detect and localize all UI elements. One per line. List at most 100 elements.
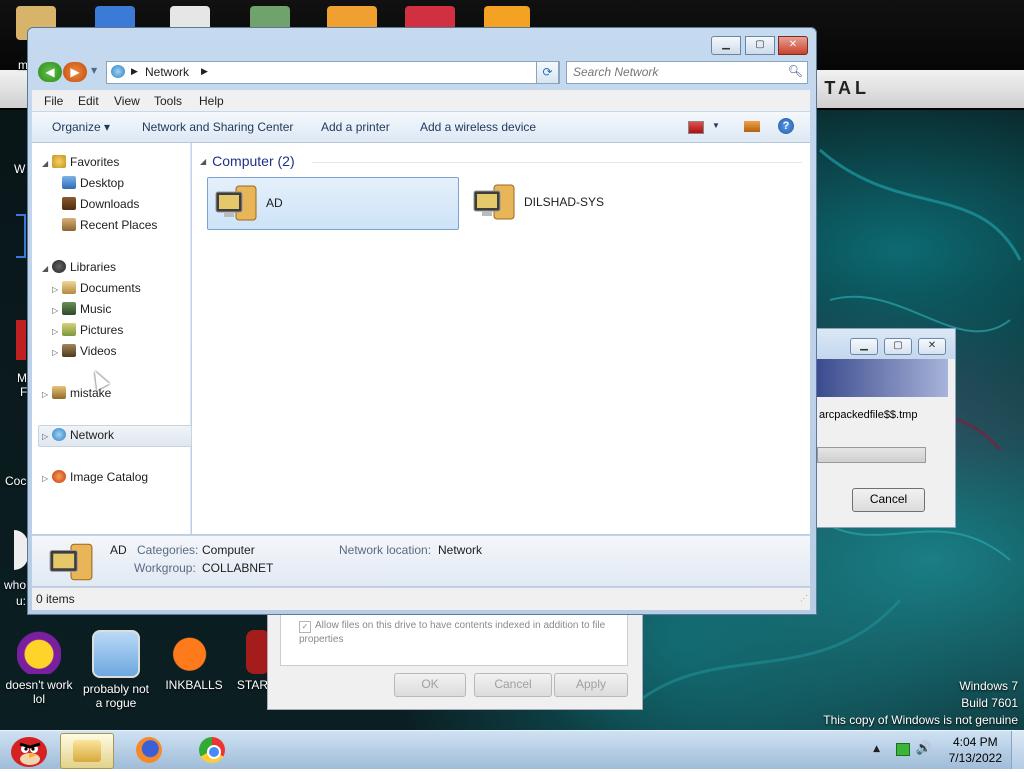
nav-desktop[interactable]: Desktop	[62, 176, 124, 190]
copy-cancel-button[interactable]: Cancel	[852, 488, 925, 512]
group-header-computer[interactable]: ◢ Computer (2)	[200, 153, 295, 169]
menu-help[interactable]: Help	[199, 94, 224, 108]
maximize-button[interactable]: ▢	[884, 338, 912, 355]
expand-arrow-icon[interactable]: ▷	[52, 327, 62, 336]
nav-recent-places[interactable]: Recent Places	[62, 218, 157, 232]
search-input[interactable]	[567, 62, 789, 81]
desktop-icon-yahoo[interactable]: doesn't work lol	[3, 630, 75, 706]
close-button[interactable]: ✕	[918, 338, 946, 355]
preview-pane-icon[interactable]	[744, 121, 760, 132]
recent-places-icon	[62, 218, 76, 231]
search-box[interactable]: 🔍︎	[566, 61, 808, 84]
menu-bar: File Edit View Tools Help	[32, 90, 810, 111]
expand-arrow-icon[interactable]: ▷	[42, 390, 52, 399]
left-icon-label-2[interactable]: W	[14, 162, 25, 176]
left-icon-label-3[interactable]: M	[17, 371, 27, 385]
nav-label: Desktop	[80, 176, 125, 190]
show-hidden-icons[interactable]: ▲	[873, 744, 880, 754]
nav-pictures[interactable]: ▷ Pictures	[52, 323, 123, 337]
maximize-button[interactable]: ▢	[745, 36, 775, 55]
search-icon[interactable]: 🔍︎	[788, 64, 803, 78]
left-icon-box[interactable]	[16, 214, 26, 258]
ok-button[interactable]: OK	[394, 673, 466, 697]
breadcrumb-network[interactable]: Network	[145, 65, 189, 79]
view-options-icon[interactable]	[688, 121, 704, 134]
address-bar[interactable]: ▶ Network ▶ ▼	[106, 61, 560, 84]
menu-edit[interactable]: Edit	[78, 94, 99, 108]
network-tray-icon[interactable]	[896, 743, 910, 756]
index-checkbox[interactable]: ✓	[299, 621, 311, 633]
details-workgroup-key: Workgroup:	[134, 561, 196, 575]
left-icon-red[interactable]	[16, 320, 26, 360]
taskbar-firefox-button[interactable]	[124, 733, 176, 767]
angry-bird-start-icon	[11, 737, 47, 767]
expand-arrow-icon[interactable]: ▷	[52, 285, 62, 294]
taskbar-explorer-button[interactable]	[60, 733, 114, 769]
nav-network[interactable]: ▷ Network	[42, 428, 114, 442]
minimize-button[interactable]: ▁	[711, 36, 741, 55]
nav-music[interactable]: ▷ Music	[52, 302, 111, 316]
add-wireless-device-button[interactable]: Add a wireless device	[420, 120, 536, 134]
left-icon-label-7[interactable]: u:	[16, 594, 26, 608]
taskbar-clock[interactable]: 4:04 PM 7/13/2022	[949, 734, 1002, 766]
organize-button[interactable]: Organize ▾	[52, 120, 110, 134]
expand-arrow-icon[interactable]: ▷	[42, 432, 52, 441]
menu-file[interactable]: File	[44, 94, 63, 108]
show-desktop-button[interactable]	[1011, 731, 1024, 769]
nav-label: Libraries	[70, 260, 117, 274]
nav-documents[interactable]: ▷ Documents	[52, 281, 141, 295]
expand-arrow-icon[interactable]: ▷	[52, 306, 62, 315]
minimize-button[interactable]: ▁	[850, 338, 878, 355]
computer-tile-dilshad-sys[interactable]: DILSHAD-SYS	[466, 177, 716, 228]
refresh-button[interactable]: ⟳	[536, 61, 559, 84]
computer-tile-ad[interactable]: AD	[207, 177, 459, 230]
forward-button[interactable]: ▶	[63, 62, 87, 82]
properties-dialog[interactable]: ✓ Allow files on this drive to have conte…	[267, 612, 643, 710]
nav-libraries[interactable]: ◢ Libraries	[42, 260, 116, 274]
expand-arrow-icon[interactable]: ◢	[42, 159, 52, 168]
computer-icon	[49, 543, 93, 581]
resize-grip-icon[interactable]: ⋰	[800, 594, 808, 603]
properties-group: ✓ Allow files on this drive to have conte…	[280, 613, 628, 666]
expand-arrow-icon[interactable]: ▷	[42, 474, 52, 483]
nav-label: mistake	[70, 386, 112, 400]
expand-arrow-icon[interactable]: ▷	[52, 348, 62, 357]
index-checkbox-row[interactable]: ✓ Allow files on this drive to have conte…	[299, 619, 621, 646]
left-icon-label-5[interactable]: Coc	[5, 474, 26, 488]
apply-button[interactable]: Apply	[554, 673, 628, 697]
add-printer-button[interactable]: Add a printer	[321, 120, 390, 134]
volume-icon[interactable]: 🔊	[916, 741, 932, 756]
back-button[interactable]: ◀	[38, 62, 62, 82]
taskbar-chrome-button[interactable]	[186, 733, 238, 767]
copy-banner	[817, 359, 948, 397]
explorer-window[interactable]: ▁ ▢ ✕ ◀ ▶ ▼ ▶ Network ▶ ▼ ⟳ 🔍︎ File Edit…	[27, 27, 817, 615]
view-options-dropdown-icon[interactable]: ▼	[712, 121, 720, 130]
navigation-pane: ◢ Favorites Desktop Downloads Recent Plac…	[32, 143, 192, 534]
network-icon	[52, 428, 66, 441]
copy-progress-dialog[interactable]: ▁ ▢ ✕ arcpackedfile$$.tmp Cancel	[816, 328, 956, 528]
command-bar: Organize ▾ Network and Sharing Center Ad…	[32, 112, 810, 143]
videos-icon	[62, 344, 76, 357]
cancel-button[interactable]: Cancel	[474, 673, 552, 697]
network-sharing-center-button[interactable]: Network and Sharing Center	[142, 120, 293, 134]
close-button[interactable]: ✕	[778, 36, 808, 55]
desktop-icon-inkballs[interactable]: INKBALLS	[158, 630, 230, 692]
help-icon[interactable]: ?	[778, 118, 794, 134]
nav-image-catalog[interactable]: ▷ Image Catalog	[42, 470, 148, 484]
recent-pages-dropdown[interactable]: ▼	[91, 66, 97, 75]
nav-downloads[interactable]: Downloads	[62, 197, 139, 211]
content-pane[interactable]: ◢ Computer (2) AD DILSHAD-SYS	[192, 143, 810, 534]
expand-arrow-icon[interactable]: ◢	[42, 264, 52, 273]
left-icon-label-6[interactable]: who	[4, 578, 26, 592]
menu-tools[interactable]: Tools	[154, 94, 182, 108]
start-button[interactable]	[4, 731, 50, 769]
nav-favorites[interactable]: ◢ Favorites	[42, 155, 119, 169]
desktop-icon-star[interactable]: STAR	[228, 630, 268, 692]
collapse-arrow-icon[interactable]: ◢	[200, 157, 206, 166]
menu-view[interactable]: View	[114, 94, 140, 108]
refresh-icon: ⟳	[542, 65, 553, 79]
gears-monitor-icon	[92, 630, 140, 678]
nav-videos[interactable]: ▷ Videos	[52, 344, 116, 358]
desktop-icon-rogue[interactable]: probably not a rogue	[80, 630, 152, 710]
folder-icon	[73, 740, 101, 762]
